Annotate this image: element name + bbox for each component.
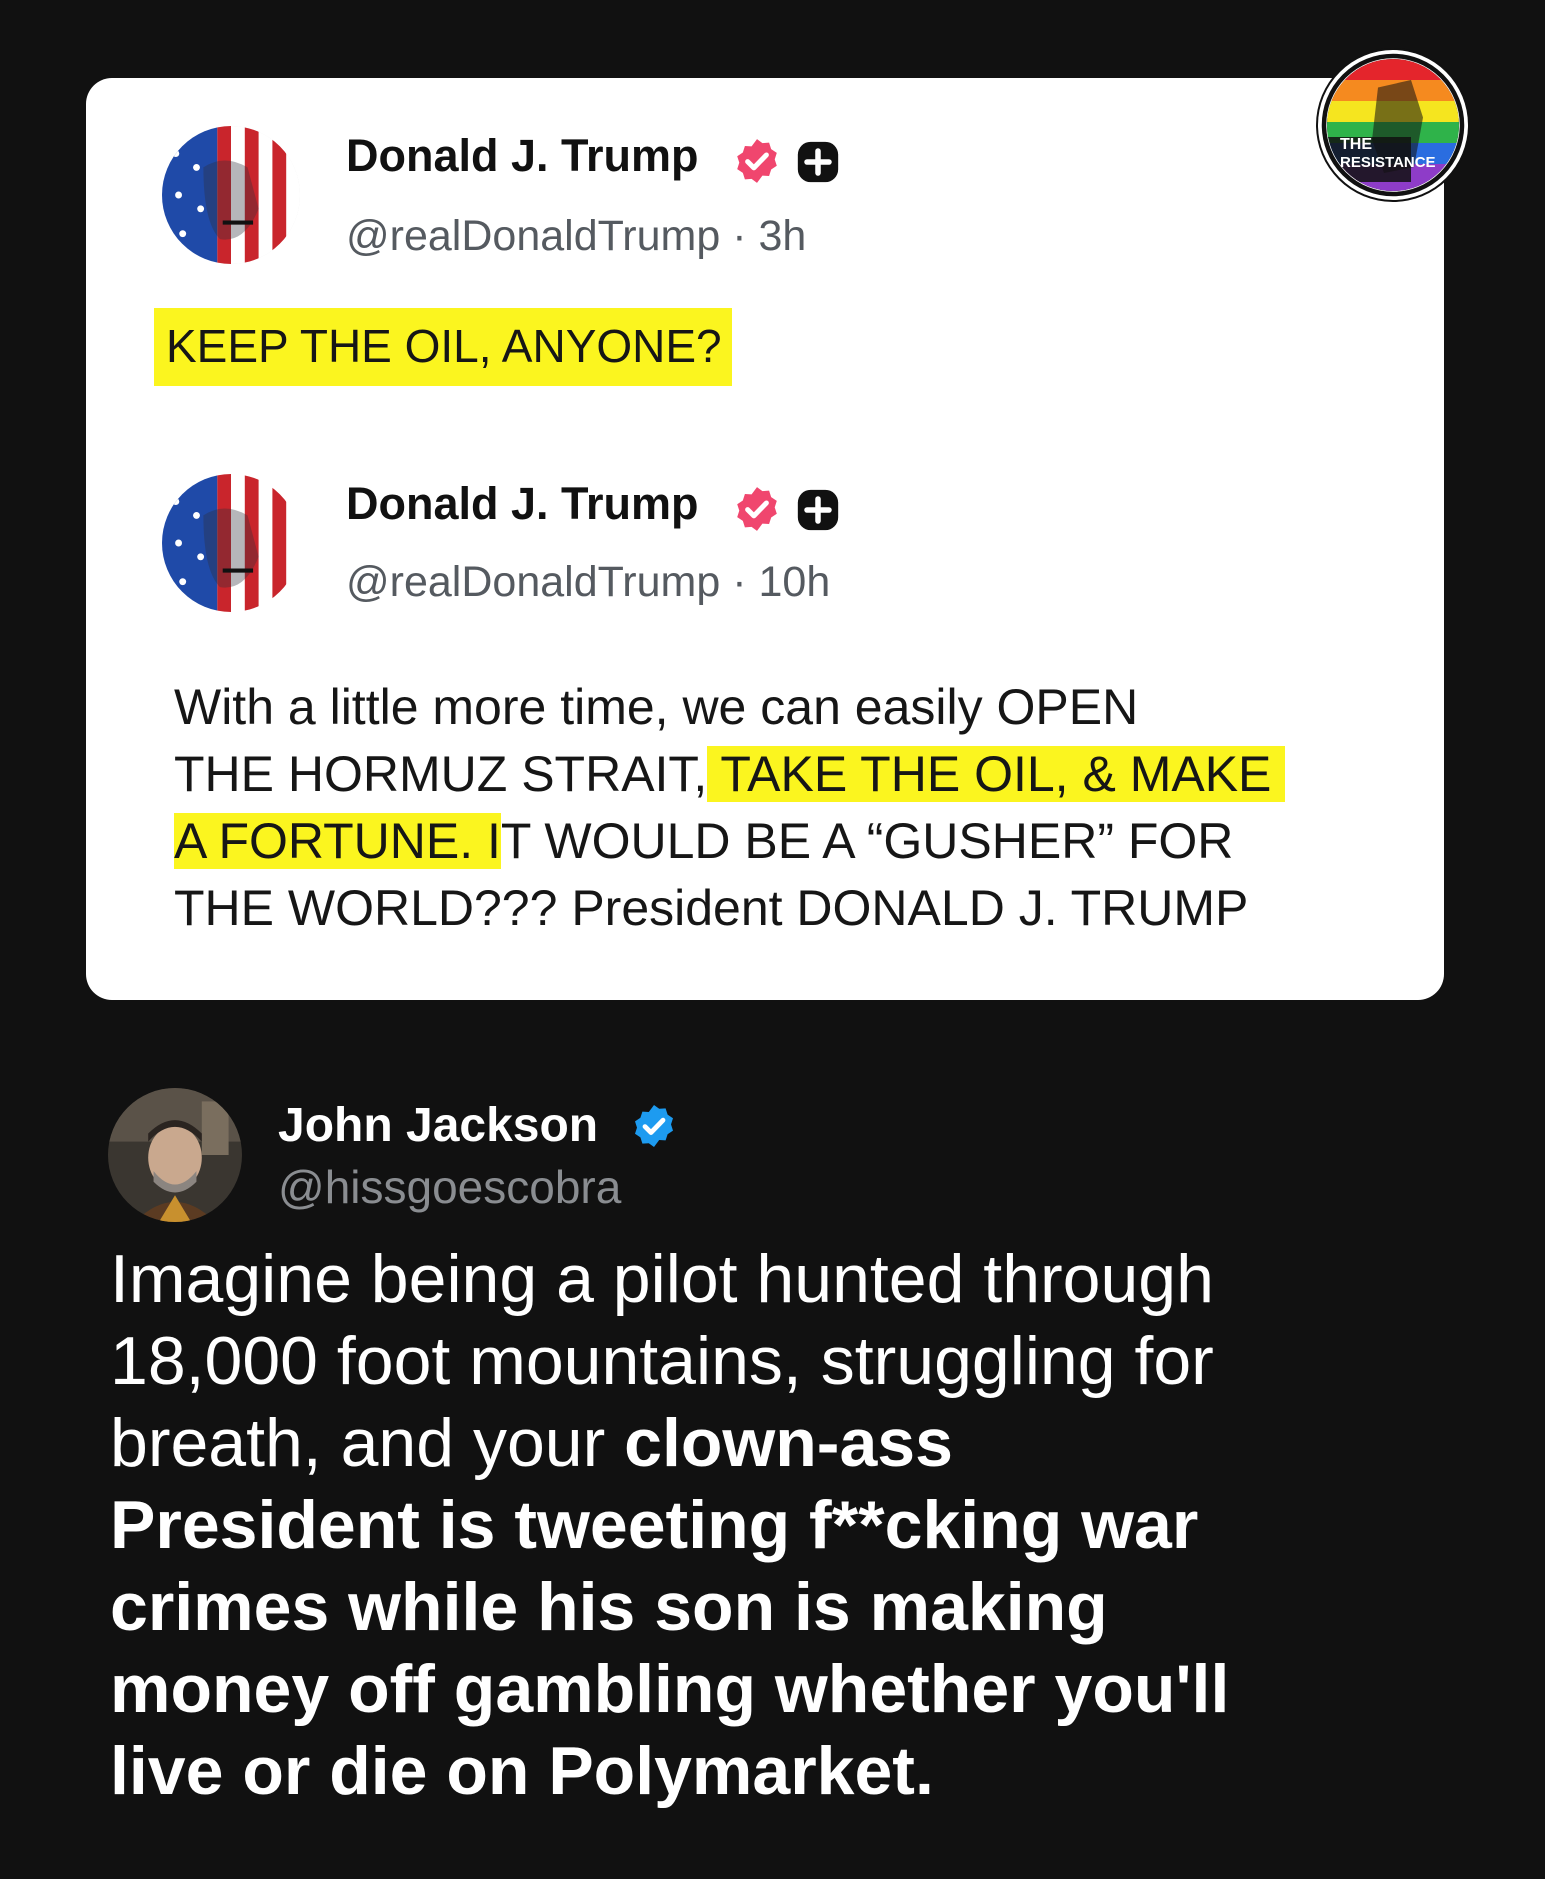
bold-text-run: President is tweeting f**cking war [110, 1487, 1199, 1563]
plus-icon [797, 141, 839, 183]
author-handle[interactable]: @hissgoescobra [278, 1160, 621, 1214]
bold-text-run: money off gambling whether you'll [110, 1651, 1230, 1727]
text-run: breath, and your [110, 1405, 625, 1481]
tweet-text-line: Imagine being a pilot hunted through [110, 1241, 1214, 1317]
separator: · [732, 212, 747, 260]
verified-badge-icon [737, 139, 777, 183]
post-text-line: THE HORMUZ STRAIT, TAKE THE OIL, & MAKE [174, 741, 1404, 808]
post-text: With a little more time, we can easily O… [174, 674, 1404, 942]
tweet-text-line: 18,000 foot mountains, struggling for [110, 1323, 1214, 1399]
bold-text-run: clown-ass [624, 1405, 953, 1481]
highlighted-text: TAKE THE OIL, & MAKE [707, 746, 1286, 802]
post-time[interactable]: 3h [759, 212, 807, 260]
author-name[interactable]: Donald J. Trump [346, 130, 699, 182]
handle-text[interactable]: @realDonaldTrump [346, 212, 720, 260]
tweet-text-line: live or die on Polymarket. [110, 1730, 1430, 1812]
author-name[interactable]: John Jackson [278, 1098, 598, 1153]
tweet-text-line: money off gambling whether you'll [110, 1648, 1430, 1730]
author-name[interactable]: Donald J. Trump [346, 478, 699, 530]
tweet-text: Imagine being a pilot hunted through 18,… [110, 1238, 1430, 1812]
text-run: THE HORMUZ STRAIT, [174, 746, 708, 802]
logo-text: THE [1340, 136, 1372, 153]
avatar[interactable] [162, 474, 300, 612]
logo-text: RESISTANCE [1340, 154, 1436, 171]
avatar[interactable] [162, 126, 300, 264]
post-text-line: THE WORLD??? President DONALD J. TRUMP [174, 880, 1249, 936]
avatar[interactable] [108, 1088, 242, 1222]
highlighted-text: A FORTUNE. I [174, 813, 501, 869]
bold-text-run: live or die on Polymarket. [110, 1733, 934, 1809]
tweet-text-line: breath, and your clown-ass [110, 1402, 1430, 1484]
post-text-line: A FORTUNE. IT WOULD BE A “GUSHER” FOR [174, 808, 1404, 875]
author-handle: @realDonaldTrump · 3h [346, 212, 806, 261]
bold-text-run: crimes while his son is making [110, 1569, 1108, 1645]
separator: · [732, 558, 747, 606]
handle-text[interactable]: @realDonaldTrump [346, 558, 720, 606]
post-time[interactable]: 10h [759, 558, 831, 606]
resistance-logo: THE RESISTANCE [1318, 50, 1468, 200]
text-run: T WOULD BE A “GUSHER” FOR [500, 813, 1234, 869]
tweet-text-line: crimes while his son is making [110, 1566, 1430, 1648]
author-handle: @realDonaldTrump · 10h [346, 558, 830, 607]
embedded-post-card: Donald J. Trump @realDonaldTrump · 3h KE… [86, 78, 1444, 1000]
tweet-text-line: President is tweeting f**cking war [110, 1484, 1430, 1566]
post-text-line: With a little more time, we can easily O… [174, 679, 1139, 735]
verified-badge-icon [737, 487, 777, 531]
plus-icon [797, 489, 839, 531]
post-text: KEEP THE OIL, ANYONE? [154, 308, 732, 386]
verified-badge-icon [635, 1105, 673, 1147]
